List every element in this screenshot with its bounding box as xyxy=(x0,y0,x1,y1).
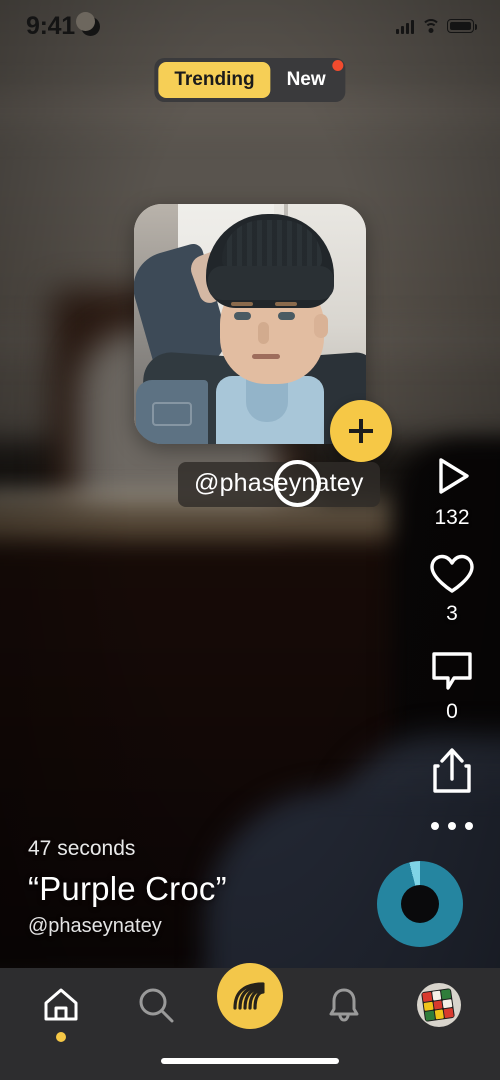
rubiks-cube-icon xyxy=(420,988,455,1022)
feed-filter-segmented-control[interactable]: Trending New xyxy=(154,58,346,102)
status-bar: 9:41 xyxy=(0,0,500,52)
photo-mouth xyxy=(252,354,280,359)
bottom-tab-bar xyxy=(0,963,500,1080)
photo-beanie-brim xyxy=(208,266,334,300)
video-info: 47 seconds “Purple Croc” @phaseynatey xyxy=(28,837,227,938)
video-duration: 47 seconds xyxy=(28,837,136,860)
circle-cursor xyxy=(274,460,321,507)
heart-icon xyxy=(428,552,476,596)
photo-eye-right xyxy=(278,312,295,320)
status-time: 9:41 xyxy=(26,11,75,40)
photo-eye-left xyxy=(234,312,251,320)
action-rail: 132 3 0 xyxy=(404,452,500,830)
app-screen: 9:41 Trending New @phaseynatey 132 3 0 4… xyxy=(0,0,500,1080)
battery-icon xyxy=(447,19,477,33)
tab-bar-items xyxy=(0,963,500,1042)
photo-nose xyxy=(258,322,269,344)
playback-progress-ring[interactable] xyxy=(377,861,463,947)
comment-count: 0 xyxy=(446,700,458,723)
tab-create[interactable] xyxy=(216,963,283,1038)
tab-new[interactable]: New xyxy=(271,60,344,98)
tab-trending[interactable]: Trending xyxy=(158,62,271,98)
like-button[interactable]: 3 xyxy=(428,552,476,626)
share-button[interactable] xyxy=(429,746,475,796)
comment-icon xyxy=(428,648,476,694)
profile-photo[interactable] xyxy=(134,204,366,444)
photo-pocket xyxy=(152,402,192,426)
video-author[interactable]: @phaseynatey xyxy=(28,915,227,938)
tab-new-label: New xyxy=(286,69,326,90)
progress-ring-hole xyxy=(401,885,439,923)
play-count-button[interactable]: 132 xyxy=(428,452,476,530)
comment-button[interactable]: 0 xyxy=(428,648,476,724)
tab-profile[interactable] xyxy=(406,972,472,1038)
share-icon xyxy=(429,746,475,796)
tab-trending-label: Trending xyxy=(174,69,255,90)
moon-icon xyxy=(75,11,100,36)
status-bar-left: 9:41 xyxy=(26,11,100,41)
play-count: 132 xyxy=(434,506,470,529)
create-button[interactable] xyxy=(216,963,283,1029)
avatar[interactable] xyxy=(416,983,461,1027)
wave-icon xyxy=(233,982,265,1010)
wifi-icon xyxy=(421,18,440,34)
video-title: “Purple Croc” xyxy=(28,870,227,907)
photo-brow-right xyxy=(275,302,297,306)
tab-home-active-dot xyxy=(56,1032,67,1042)
home-icon xyxy=(44,988,78,1021)
profile-card[interactable]: @phaseynatey xyxy=(134,204,392,507)
play-icon xyxy=(428,452,476,500)
photo-brow-left xyxy=(231,302,253,306)
tab-search[interactable] xyxy=(123,972,189,1038)
search-icon xyxy=(139,988,174,1023)
new-badge-dot xyxy=(332,60,344,71)
plus-icon xyxy=(349,419,373,443)
home-indicator[interactable] xyxy=(161,1058,339,1064)
like-count: 3 xyxy=(446,602,458,625)
bell-icon xyxy=(329,988,359,1022)
tab-home[interactable] xyxy=(28,972,94,1042)
cellular-signal-icon xyxy=(396,19,414,34)
tab-alerts[interactable] xyxy=(311,972,377,1038)
photo-ear xyxy=(314,314,328,338)
more-icon xyxy=(431,822,473,830)
more-options-button[interactable] xyxy=(431,822,473,830)
follow-button[interactable] xyxy=(330,400,392,462)
status-bar-right xyxy=(396,18,477,34)
